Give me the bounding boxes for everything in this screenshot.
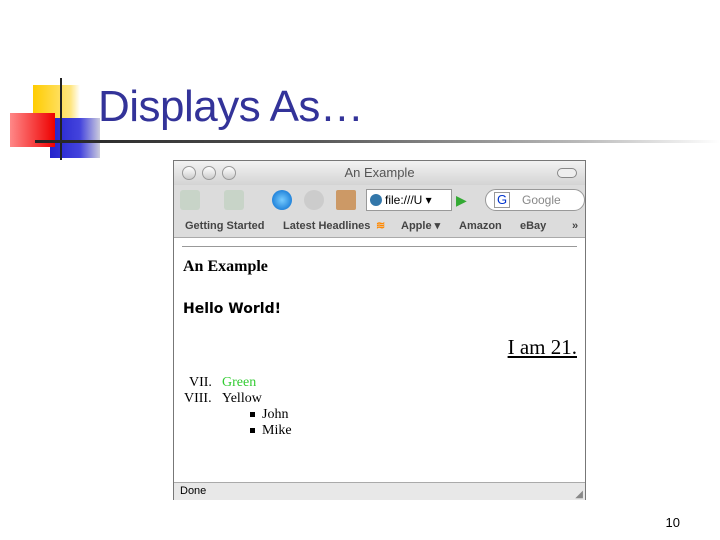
page-heading: An Example xyxy=(183,258,268,275)
sublist-item-text: Mike xyxy=(262,423,292,438)
title-underline xyxy=(35,140,720,143)
back-arrow-icon[interactable] xyxy=(180,190,200,210)
bookmark-apple[interactable]: Apple ▾ xyxy=(401,215,440,237)
status-bar: Done ◢ xyxy=(174,482,585,500)
bookmarks-bar: Getting Started Latest Headlines ≋ Apple… xyxy=(174,215,585,238)
home-icon[interactable] xyxy=(336,190,356,210)
window-title: An Example xyxy=(344,165,415,180)
decor-blue-square xyxy=(50,118,100,158)
bookmarks-overflow-button[interactable]: » xyxy=(572,215,578,237)
list-marker: VII. xyxy=(189,375,212,390)
url-text: file:///U xyxy=(385,193,423,207)
title-bar: An Example xyxy=(174,161,585,185)
bookmark-amazon[interactable]: Amazon xyxy=(459,215,502,237)
slide-title: Displays As… xyxy=(98,82,364,131)
forward-arrow-icon[interactable] xyxy=(224,190,244,210)
search-placeholder: Google xyxy=(522,193,561,207)
page-number: 10 xyxy=(665,515,680,530)
close-window-button[interactable] xyxy=(182,166,196,180)
navigation-toolbar: file:///U ▾ ▶ G Google xyxy=(174,185,585,215)
url-field[interactable]: file:///U ▾ xyxy=(366,189,452,211)
status-text: Done xyxy=(180,485,207,497)
sublist-item-text: John xyxy=(262,407,289,422)
bookmark-getting-started[interactable]: Getting Started xyxy=(185,215,264,237)
list-item-text: Green xyxy=(222,375,257,390)
square-bullet-icon xyxy=(250,428,255,433)
stop-icon[interactable] xyxy=(304,190,324,210)
bookmark-latest-headlines[interactable]: Latest Headlines xyxy=(283,215,370,237)
toolbar-toggle-button[interactable] xyxy=(557,168,577,178)
minimize-window-button[interactable] xyxy=(202,166,216,180)
page-content: An Example Hello World! I am 21. VII. Gr… xyxy=(174,238,585,482)
list-item-text: Yellow xyxy=(222,391,262,406)
square-bullet-icon xyxy=(250,412,255,417)
google-icon[interactable]: G xyxy=(494,192,510,208)
bookmark-ebay[interactable]: eBay xyxy=(520,215,546,237)
zoom-window-button[interactable] xyxy=(222,166,236,180)
search-field[interactable]: G Google xyxy=(485,189,585,211)
list-marker: VIII. xyxy=(184,391,212,406)
decor-vertical-line xyxy=(60,78,62,160)
rss-icon: ≋ xyxy=(376,220,386,232)
go-icon[interactable]: ▶ xyxy=(456,192,467,209)
age-text: I am 21. xyxy=(507,335,577,359)
globe-icon xyxy=(370,194,382,206)
resize-grip-icon[interactable]: ◢ xyxy=(575,486,583,503)
browser-window: An Example file:///U ▾ ▶ G Google Gettin… xyxy=(173,160,586,500)
horizontal-rule xyxy=(182,246,577,247)
hello-heading: Hello World! xyxy=(183,301,281,317)
reload-icon[interactable] xyxy=(272,190,292,210)
